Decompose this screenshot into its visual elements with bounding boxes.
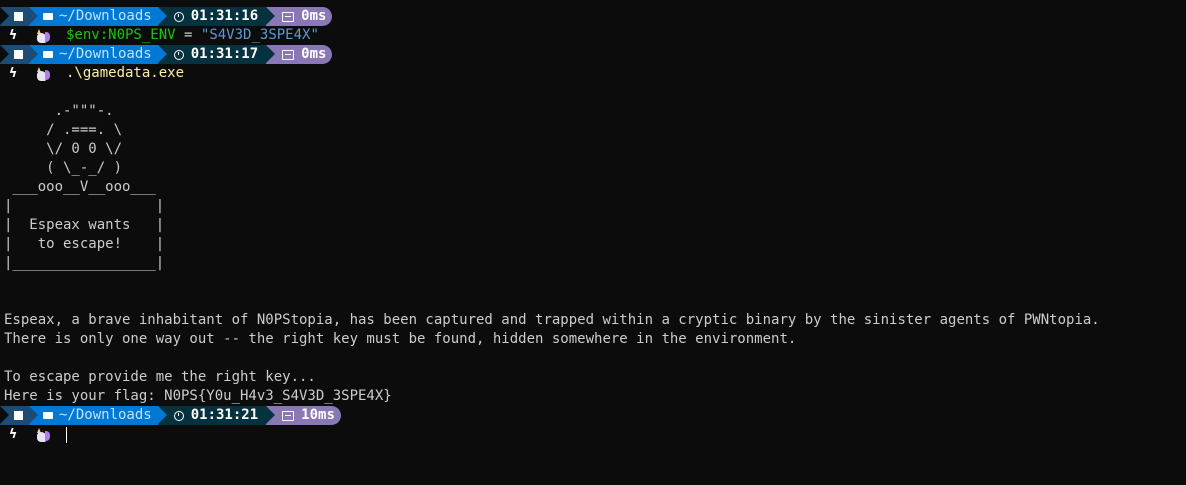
story-text: There is only one way out -- the right k… [4,331,797,347]
os-segment [0,406,38,425]
clock-icon [173,410,184,421]
bolt-icon: ϟ [9,66,17,81]
ascii-art-line: | Espeax wants | [4,217,165,233]
os-segment [0,7,38,26]
duration-text: 10ms [301,407,335,423]
duration-segment: 10ms [266,406,341,425]
folder-icon [43,13,53,20]
duration-text: 0ms [301,46,327,62]
time-text: 01:31:16 [190,8,259,24]
windows-icon [14,50,23,59]
executable-command: .\gamedata.exe [66,65,185,81]
ascii-art-line: ( \_-_/ ) [4,160,123,176]
ascii-art-line: / .===. \ [4,122,123,138]
env-value: "S4V3D_3SPE4X" [200,27,319,43]
folder-icon [43,51,53,58]
duration-icon [282,410,295,421]
text-cursor[interactable] [66,426,67,443]
escape-prompt-text: To escape provide me the right key... [4,369,316,385]
path-text: ~/Downloads [59,8,152,24]
ascii-art-line: ___ooo__V__ooo___ [4,179,156,195]
path-segment: ~/Downloads [29,7,167,26]
unicorn-icon [34,28,52,43]
path-text: ~/Downloads [59,46,152,62]
path-text: ~/Downloads [59,407,152,423]
ascii-art-line: |_________________| [4,255,165,271]
prompt-bar: ~/Downloads 01:31:17 0ms [0,45,1186,64]
duration-icon [282,11,295,22]
duration-text: 0ms [301,8,327,24]
clock-icon [173,49,184,60]
ascii-art-line: | | [4,198,165,214]
command-line: ϟ .\gamedata.exe [4,64,1186,83]
prompt-bar: ~/Downloads 01:31:21 10ms [0,406,1186,425]
windows-icon [14,411,23,420]
time-segment: 01:31:21 [157,406,276,425]
windows-icon [14,12,23,21]
story-text: Espeax, a brave inhabitant of N0PStopia,… [4,312,1100,328]
terminal-window[interactable]: ~/Downloads 01:31:16 0ms ϟ $env:N0PS_ENV… [0,7,1186,444]
env-variable: $env:N0PS_ENV [66,27,176,43]
prompt-bar: ~/Downloads 01:31:16 0ms [0,7,1186,26]
time-segment: 01:31:17 [157,45,276,64]
ascii-art-line: \/ 0 0 \/ [4,141,123,157]
time-text: 01:31:17 [190,46,259,62]
bolt-icon: ϟ [9,427,17,442]
command-line[interactable]: ϟ [4,425,1186,444]
unicorn-icon [34,66,52,81]
path-segment: ~/Downloads [29,45,167,64]
clock-icon [173,11,184,22]
duration-segment: 0ms [266,45,333,64]
unicorn-icon [34,427,52,442]
duration-icon [282,49,295,60]
assign-operator: = [184,27,193,43]
duration-segment: 0ms [266,7,333,26]
folder-icon [43,412,53,419]
ascii-art-line: | to escape! | [4,236,165,252]
path-segment: ~/Downloads [29,406,167,425]
command-line: ϟ $env:N0PS_ENV = "S4V3D_3SPE4X" [4,26,1186,45]
ascii-art-line: .-"""-. [4,103,114,119]
time-text: 01:31:21 [190,407,259,423]
flag-text: Here is your flag: N0PS{Y0u_H4v3_S4V3D_3… [4,388,392,404]
time-segment: 01:31:16 [157,7,276,26]
os-segment [0,45,38,64]
bolt-icon: ϟ [9,28,17,43]
